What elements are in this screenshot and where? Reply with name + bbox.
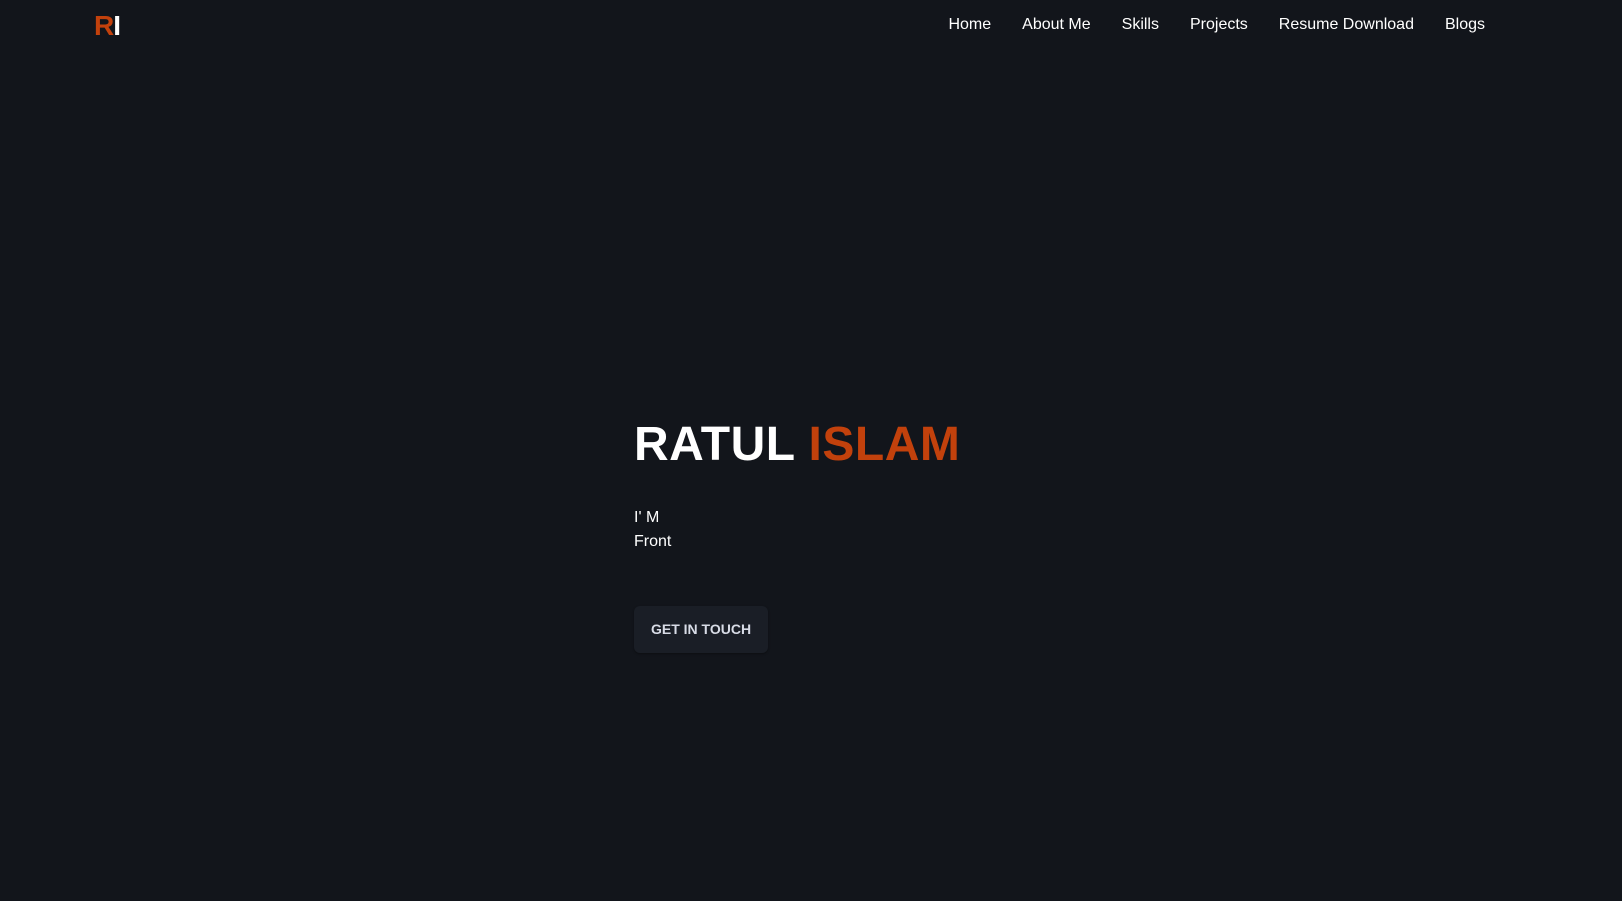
intro-line-2: Front (634, 533, 672, 550)
get-in-touch-button[interactable]: GET IN TOUCH (634, 606, 769, 653)
hero-first-name: RATUL (634, 418, 795, 471)
nav-link-resume-download[interactable]: Resume Download (1279, 16, 1414, 33)
hero-section: RATUL ISLAM I' M Front GET IN TOUCH (634, 414, 960, 653)
hero-title: RATUL ISLAM (634, 414, 960, 476)
nav-link-about-me[interactable]: About Me (1022, 16, 1090, 33)
logo[interactable]: RI (94, 9, 121, 43)
nav-link-home[interactable]: Home (948, 16, 991, 33)
nav-links: Home About Me Skills Projects Resume Dow… (948, 14, 1485, 36)
hero-last-name: ISLAM (808, 418, 961, 471)
page: RI Home About Me Skills Projects Resume … (0, 0, 1622, 901)
navbar: RI Home About Me Skills Projects Resume … (0, 0, 1622, 52)
nav-item: Resume Download (1279, 14, 1414, 36)
nav-link-skills[interactable]: Skills (1122, 16, 1159, 33)
nav-item: Projects (1190, 14, 1248, 36)
intro-line-1: I' M (634, 509, 660, 526)
nav-item: Blogs (1445, 14, 1485, 36)
nav-item: About Me (1022, 14, 1090, 36)
logo-letter-i: I (113, 10, 121, 41)
nav-link-blogs[interactable]: Blogs (1445, 16, 1485, 33)
nav-item: Home (948, 14, 991, 36)
nav-item: Skills (1122, 14, 1159, 36)
logo-letter-r: R (94, 10, 114, 41)
nav-link-projects[interactable]: Projects (1190, 16, 1248, 33)
hero-intro: I' M Front (634, 506, 960, 554)
